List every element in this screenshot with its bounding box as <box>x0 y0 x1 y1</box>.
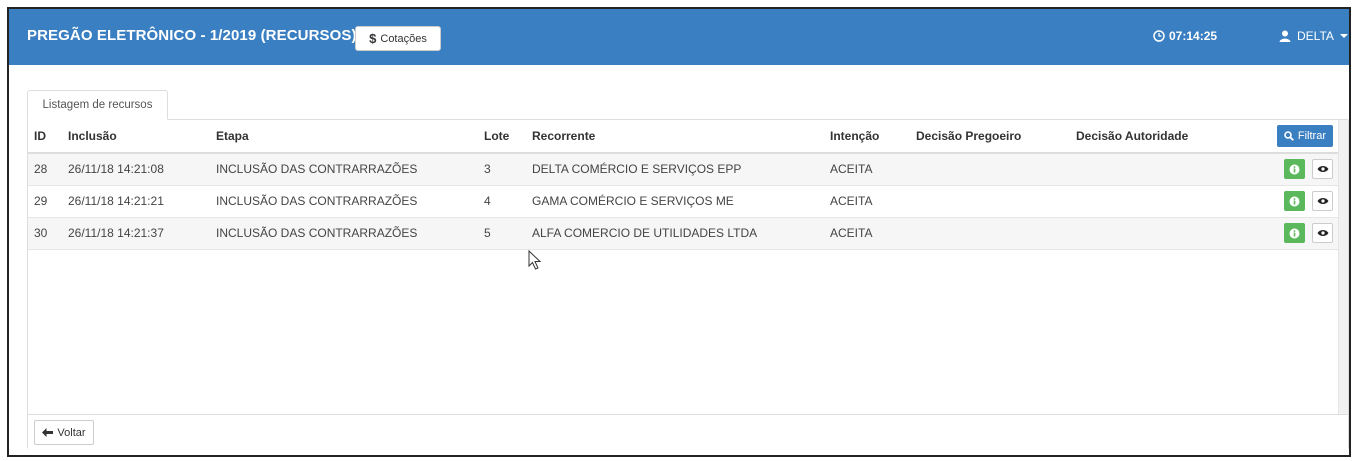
user-icon <box>1279 30 1291 42</box>
cell-actions <box>1270 185 1339 218</box>
eye-icon <box>1317 230 1328 236</box>
info-icon <box>1289 228 1300 238</box>
cell-lote: 4 <box>478 185 526 218</box>
col-header-intencao[interactable]: Intenção <box>824 120 910 154</box>
col-header-id[interactable]: ID <box>28 120 62 154</box>
info-button[interactable] <box>1283 191 1305 211</box>
table-row[interactable]: 29 26/11/18 14:21:21 INCLUSÃO DAS CONTRA… <box>28 185 1339 218</box>
user-name: DELTA <box>1297 29 1334 43</box>
mouse-cursor-icon <box>528 250 542 270</box>
cell-decisao-pregoeiro <box>910 185 1070 218</box>
cell-inclusao: 26/11/18 14:21:08 <box>62 153 210 186</box>
recursos-table: ID Inclusão Etapa Lote Recorrente Intenç… <box>28 120 1339 250</box>
cell-id: 29 <box>28 185 62 218</box>
col-header-decisao-pregoeiro[interactable]: Decisão Pregoeiro <box>910 120 1070 154</box>
cell-inclusao: 26/11/18 14:21:37 <box>62 217 210 250</box>
table-scrollbar[interactable] <box>1338 120 1348 414</box>
clock-text: 07:14:25 <box>1169 29 1218 43</box>
col-header-inclusao[interactable]: Inclusão <box>62 120 210 154</box>
cell-etapa: INCLUSÃO DAS CONTRARRAZÕES <box>210 217 478 250</box>
cell-etapa: INCLUSÃO DAS CONTRARRAZÕES <box>210 185 478 218</box>
col-header-decisao-autoridade[interactable]: Decisão Autoridade <box>1070 120 1270 154</box>
table-scroll-area: ID Inclusão Etapa Lote Recorrente Intenç… <box>28 120 1339 414</box>
table-header-row: ID Inclusão Etapa Lote Recorrente Intenç… <box>28 120 1339 154</box>
page-title: PREGÃO ELETRÔNICO - 1/2019 (RECURSOS) <box>27 27 357 44</box>
voltar-button[interactable]: Voltar <box>34 420 94 445</box>
arrow-left-icon <box>42 428 54 437</box>
caret-down-icon <box>1339 34 1348 38</box>
cotacoes-label: Cotações <box>380 32 427 45</box>
recursos-panel: ID Inclusão Etapa Lote Recorrente Intenç… <box>27 119 1349 449</box>
user-menu[interactable]: DELTA <box>1279 29 1348 43</box>
cell-decisao-autoridade <box>1070 153 1270 186</box>
col-header-recorrente[interactable]: Recorrente <box>526 120 824 154</box>
filtrar-button[interactable]: Filtrar <box>1276 125 1333 147</box>
cell-recorrente: ALFA COMERCIO DE UTILIDADES LTDA <box>526 217 824 250</box>
cell-recorrente: GAMA COMÉRCIO E SERVIÇOS ME <box>526 185 824 218</box>
table-row[interactable]: 28 26/11/18 14:21:08 INCLUSÃO DAS CONTRA… <box>28 153 1339 186</box>
dollar-icon: $ <box>369 31 377 46</box>
top-bar: PREGÃO ELETRÔNICO - 1/2019 (RECURSOS) $ … <box>9 9 1349 65</box>
eye-icon <box>1317 166 1328 173</box>
col-header-lote[interactable]: Lote <box>478 120 526 154</box>
eye-icon <box>1317 198 1328 204</box>
cell-lote: 5 <box>478 217 526 250</box>
info-icon <box>1289 164 1300 175</box>
view-button[interactable] <box>1312 159 1333 180</box>
cell-intencao: ACEITA <box>824 153 910 186</box>
cell-decisao-pregoeiro <box>910 217 1070 250</box>
col-header-etapa[interactable]: Etapa <box>210 120 478 154</box>
cell-lote: 3 <box>478 153 526 186</box>
cell-decisao-pregoeiro <box>910 153 1070 186</box>
info-icon <box>1289 196 1300 206</box>
search-icon <box>1284 131 1294 141</box>
voltar-label: Voltar <box>57 426 86 439</box>
cell-id: 28 <box>28 153 62 186</box>
view-button[interactable] <box>1312 223 1333 243</box>
cell-etapa: INCLUSÃO DAS CONTRARRAZÕES <box>210 153 478 186</box>
cell-inclusao: 26/11/18 14:21:21 <box>62 185 210 218</box>
tab-listagem-recursos[interactable]: Listagem de recursos <box>27 90 168 120</box>
window-frame: PREGÃO ELETRÔNICO - 1/2019 (RECURSOS) $ … <box>7 7 1351 457</box>
cell-actions <box>1270 153 1339 186</box>
cell-intencao: ACEITA <box>824 217 910 250</box>
cell-id: 30 <box>28 217 62 250</box>
session-clock: 07:14:25 <box>1153 29 1217 43</box>
clock-icon <box>1153 30 1165 42</box>
info-button[interactable] <box>1283 223 1305 243</box>
view-button[interactable] <box>1312 191 1333 211</box>
col-header-actions: Filtrar <box>1270 120 1339 154</box>
table-row[interactable]: 30 26/11/18 14:21:37 INCLUSÃO DAS CONTRA… <box>28 217 1339 250</box>
cell-actions <box>1270 217 1339 250</box>
cell-intencao: ACEITA <box>824 185 910 218</box>
cell-decisao-autoridade <box>1070 217 1270 250</box>
filtrar-label: Filtrar <box>1297 130 1326 142</box>
panel-footer: Voltar <box>28 414 1348 449</box>
cotacoes-button[interactable]: $ Cotações <box>355 26 441 51</box>
info-button[interactable] <box>1283 159 1305 180</box>
cell-decisao-autoridade <box>1070 185 1270 218</box>
cell-recorrente: DELTA COMÉRCIO E SERVIÇOS EPP <box>526 153 824 186</box>
